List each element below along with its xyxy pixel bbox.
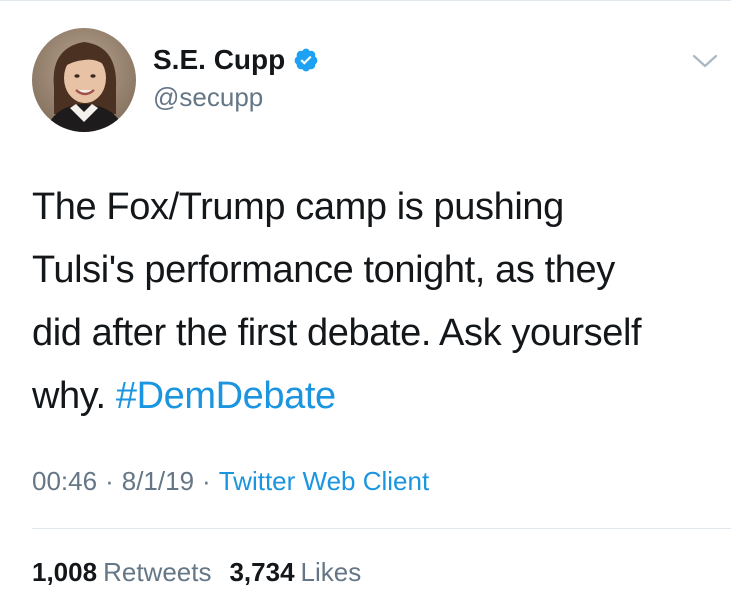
likes-label: Likes	[300, 557, 362, 587]
tweet-text-line: The Fox/Trump camp is pushing	[32, 186, 564, 228]
author-handle[interactable]: @secupp	[153, 82, 263, 113]
verified-badge-icon	[293, 47, 319, 73]
tweet-text-line: why. #DemDebate	[32, 365, 712, 428]
client-link[interactable]: Twitter Web Client	[219, 466, 429, 496]
chevron-down-icon[interactable]	[690, 50, 720, 72]
meta-separator: ·	[202, 466, 211, 496]
author-display-name-row[interactable]: S.E. Cupp	[153, 44, 319, 76]
likes-stat[interactable]: 3,734 Likes	[229, 557, 361, 587]
tweet-stats: 1,008 Retweets 3,734 Likes	[32, 557, 361, 588]
author-display-name[interactable]: S.E. Cupp	[153, 44, 285, 76]
retweets-label: Retweets	[103, 557, 212, 587]
retweets-stat[interactable]: 1,008 Retweets	[32, 557, 211, 587]
tweet-text-line: did after the first debate. Ask yourself	[32, 312, 642, 354]
meta-separator: ·	[105, 466, 114, 496]
tweet-text: The Fox/Trump camp is pushing Tulsi's pe…	[32, 176, 712, 428]
retweets-count: 1,008	[32, 557, 98, 587]
stats-divider	[32, 528, 731, 529]
avatar[interactable]	[32, 28, 136, 132]
tweet-text-line: Tulsi's performance tonight, as they	[32, 249, 615, 291]
tweet-time[interactable]: 00:46	[32, 466, 97, 496]
tweet-text-fragment: why.	[32, 375, 116, 417]
hashtag-link[interactable]: #DemDebate	[116, 375, 336, 417]
tweet-meta: 00:46 · 8/1/19 · Twitter Web Client	[32, 466, 429, 497]
top-divider	[0, 0, 731, 1]
avatar-image	[32, 28, 136, 132]
tweet-date[interactable]: 8/1/19	[122, 466, 194, 496]
likes-count: 3,734	[229, 557, 295, 587]
